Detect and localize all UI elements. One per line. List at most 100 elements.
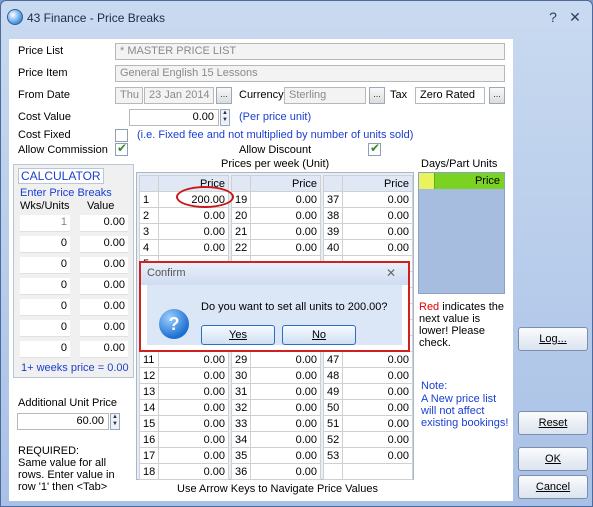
price-cell[interactable]: 0.00 (158, 447, 229, 464)
table-row: 32 0.00 (230, 399, 321, 416)
price-cell[interactable]: 0.00 (250, 223, 321, 240)
log-label: Log... (539, 333, 567, 345)
calc-units-input[interactable]: 0 (20, 320, 70, 337)
row-number: 1 (138, 191, 160, 208)
help-icon[interactable]: ? (545, 10, 561, 24)
tax-field[interactable]: Zero Rated (415, 87, 485, 104)
calc-units-input[interactable]: 0 (20, 299, 70, 316)
price-cell[interactable]: 0.00 (158, 367, 229, 384)
calc-units-input[interactable]: 0 (20, 278, 70, 295)
table-row: 15 0.00 (138, 415, 229, 432)
price-cell[interactable]: 0.00 (158, 431, 229, 448)
close-icon[interactable]: ✕ (567, 10, 583, 24)
price-cell[interactable]: 0.00 (250, 367, 321, 384)
price-cell[interactable]: 0.00 (342, 431, 413, 448)
table-row: 16 0.00 (138, 431, 229, 448)
price-cell[interactable]: 0.00 (250, 431, 321, 448)
row-number: 19 (230, 191, 252, 208)
calc-value-input[interactable]: 0.00 (80, 257, 128, 274)
price-cell[interactable]: 0.00 (158, 399, 229, 416)
price-cell[interactable]: 0.00 (342, 415, 413, 432)
calc-value-input[interactable]: 0.00 (80, 299, 128, 316)
from-date-field[interactable]: 23 Jan 2014 (144, 87, 214, 104)
additional-unit-price-spinner[interactable]: ▲ ▼ (110, 413, 120, 430)
price-cell[interactable]: 0.00 (342, 191, 413, 208)
price-cell[interactable]: 0.00 (250, 207, 321, 224)
price-cell[interactable]: 0.00 (250, 399, 321, 416)
note-text: A New price list will not affect existin… (421, 393, 509, 429)
ok-button[interactable]: OK (518, 447, 588, 471)
table-row: 51 0.00 (322, 415, 413, 432)
calc-value-input[interactable]: 0.00 (80, 278, 128, 295)
table-row: 18 0.00 (138, 463, 229, 480)
price-cell[interactable]: 0.00 (250, 447, 321, 464)
price-cell[interactable]: 0.00 (342, 447, 413, 464)
grid-header-idx (230, 175, 252, 192)
row-number: 38 (322, 207, 344, 224)
wks-units-header: Wks/Units (20, 200, 70, 212)
calculator-subtitle: Enter Price Breaks (20, 187, 112, 199)
row-number: 53 (322, 447, 344, 464)
price-cell[interactable]: 0.00 (158, 383, 229, 400)
cost-value-spinner[interactable]: ▲ ▼ (220, 109, 230, 126)
days-part-grid[interactable]: Price (418, 172, 505, 294)
price-cell[interactable]: 0.00 (250, 351, 321, 368)
calc-units-input[interactable]: 0 (20, 341, 70, 358)
calc-value-input[interactable]: 0.00 (80, 236, 128, 253)
table-row: 49 0.00 (322, 383, 413, 400)
calc-units-input[interactable]: 1 (20, 215, 70, 232)
table-row: 4 0.00 (138, 239, 229, 256)
allow-discount-checkbox[interactable]: ✔ (368, 141, 381, 156)
price-cell[interactable]: 0.00 (158, 223, 229, 240)
price-cell[interactable]: 0.00 (158, 239, 229, 256)
price-cell[interactable]: 0.00 (342, 351, 413, 368)
grid-header-price: Price (250, 175, 321, 192)
from-date-picker-button[interactable]: ... (216, 87, 232, 104)
price-cell[interactable]: 0.00 (342, 383, 413, 400)
cancel-button[interactable]: Cancel (518, 475, 588, 499)
price-cell[interactable]: 0.00 (342, 239, 413, 256)
days-part-title: Days/Part Units (421, 158, 498, 170)
allow-commission-checkbox[interactable]: ✔ (115, 141, 128, 156)
price-cell[interactable]: 0.00 (342, 207, 413, 224)
row-number (322, 463, 344, 480)
table-row: 50 0.00 (322, 399, 413, 416)
row-number: 52 (322, 431, 344, 448)
price-cell[interactable]: 0.00 (342, 367, 413, 384)
log-button[interactable]: Log... (518, 327, 588, 351)
price-cell[interactable] (342, 463, 413, 480)
row-number: 20 (230, 207, 252, 224)
calc-value-input[interactable]: 0.00 (80, 341, 128, 358)
currency-picker-button[interactable]: ... (369, 87, 385, 104)
cost-value-input[interactable]: 0.00 (129, 109, 219, 126)
calculator-summary: 1+ weeks price = 0.00 (21, 362, 129, 374)
calc-units-input[interactable]: 0 (20, 257, 70, 274)
price-cell[interactable]: 0.00 (158, 463, 229, 480)
price-cell[interactable]: 0.00 (158, 351, 229, 368)
price-list-field[interactable]: * MASTER PRICE LIST (115, 43, 505, 60)
price-cell[interactable]: 0.00 (250, 239, 321, 256)
calc-units-input[interactable]: 0 (20, 236, 70, 253)
reset-button[interactable]: Reset (518, 411, 588, 435)
table-row: 47 0.00 (322, 351, 413, 368)
additional-unit-price-input[interactable]: 60.00 (17, 413, 109, 430)
table-row: 40 0.00 (322, 239, 413, 256)
row-number: 33 (230, 415, 252, 432)
confirm-no-button[interactable]: No (282, 325, 356, 345)
currency-field[interactable]: Sterling (284, 87, 366, 104)
row-number: 15 (138, 415, 160, 432)
price-item-field[interactable]: General English 15 Lessons (115, 65, 505, 82)
calc-value-input[interactable]: 0.00 (80, 320, 128, 337)
confirm-close-icon[interactable]: ✕ (386, 266, 396, 280)
price-cell[interactable]: 0.00 (158, 207, 229, 224)
confirm-yes-button[interactable]: Yes (201, 325, 275, 345)
price-cell[interactable]: 0.00 (250, 415, 321, 432)
price-cell[interactable]: 0.00 (158, 415, 229, 432)
tax-picker-button[interactable]: ... (489, 87, 505, 104)
calc-value-input[interactable]: 0.00 (80, 215, 128, 232)
price-cell[interactable]: 0.00 (342, 399, 413, 416)
price-cell[interactable]: 0.00 (342, 223, 413, 240)
price-cell[interactable]: 0.00 (250, 191, 321, 208)
price-cell[interactable]: 0.00 (250, 463, 321, 480)
price-cell[interactable]: 0.00 (250, 383, 321, 400)
